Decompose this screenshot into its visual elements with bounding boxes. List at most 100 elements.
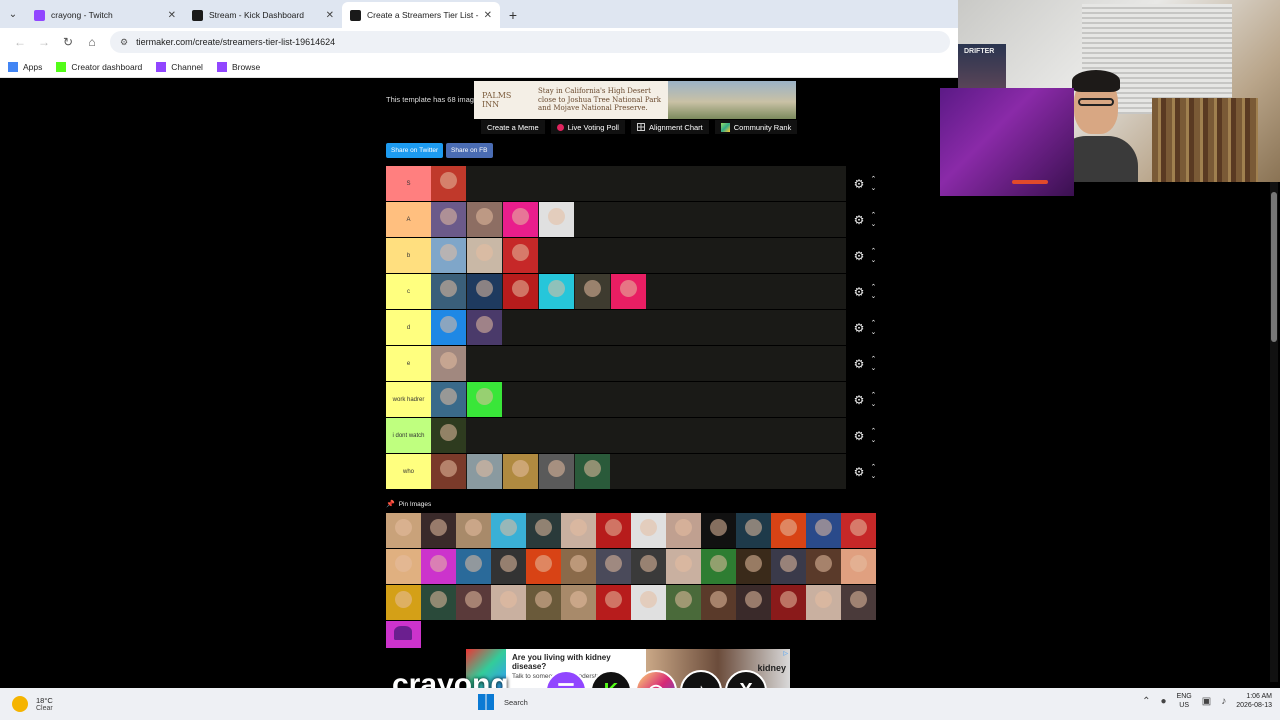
pool-image[interactable] [806,513,841,548]
streamer-tile[interactable] [431,166,466,201]
pool-image[interactable] [421,513,456,548]
pool-image[interactable] [456,585,491,620]
pool-image[interactable] [596,585,631,620]
chevron-down-icon[interactable]: ⌄ [870,472,876,481]
chevron-up-icon[interactable]: ⌃ [870,391,876,400]
gear-icon[interactable]: ⚙ [854,213,865,227]
streamer-tile[interactable] [431,202,466,237]
tier-label[interactable]: b [386,238,431,273]
pool-image[interactable] [526,585,561,620]
share-twitter-button[interactable]: Share on Twitter [386,143,444,158]
streamer-tile[interactable] [467,310,502,345]
gear-icon[interactable]: ⚙ [854,249,865,263]
tier-items[interactable] [431,346,846,381]
language-indicator[interactable]: ENG US [1177,692,1192,710]
streamer-tile[interactable] [431,238,466,273]
streamer-tile[interactable] [431,454,466,489]
pool-image[interactable] [491,549,526,584]
pool-image[interactable] [491,585,526,620]
browser-tab-0[interactable]: crayong - Twitch ✕ [26,2,184,28]
chevron-down-icon[interactable]: ⌄ [870,436,876,445]
volume-icon[interactable]: ♪ [1221,696,1226,707]
clock[interactable]: 1:06 AM 2026-08-13 [1236,692,1272,710]
top-ad-banner[interactable]: PALMS INN Stay in California's High Dese… [474,81,796,119]
streamer-tile[interactable] [539,202,574,237]
chevron-up-icon[interactable]: ⌃ [1142,696,1150,707]
tier-label[interactable]: d [386,310,431,345]
tier-label[interactable]: i dont watch [386,418,431,453]
streamer-tile[interactable] [503,238,538,273]
gear-icon[interactable]: ⚙ [854,357,865,371]
pool-image[interactable] [421,585,456,620]
bookmark-3[interactable]: Browse [216,61,260,72]
alignment-chart-button[interactable]: Alignment Chart [630,120,709,134]
pool-image[interactable] [561,513,596,548]
chevron-down-icon[interactable]: ⌄ [870,220,876,229]
chevron-down-icon[interactable]: ⌄ [870,256,876,265]
address-bar[interactable]: ⚙ tiermaker.com/create/streamers-tier-li… [110,31,950,53]
tier-label[interactable]: e [386,346,431,381]
chevron-up-icon[interactable]: ⌃ [870,463,876,472]
chevron-down-icon[interactable]: ⌄ [870,400,876,409]
pool-image[interactable] [806,549,841,584]
tier-label[interactable]: S [386,166,431,201]
pool-image[interactable] [666,513,701,548]
gear-icon[interactable]: ⚙ [854,321,865,335]
pool-image[interactable] [771,549,806,584]
streamer-tile[interactable] [431,310,466,345]
pool-image[interactable] [736,585,771,620]
pool-image[interactable] [456,549,491,584]
streamer-tile[interactable] [575,274,610,309]
streamer-tile[interactable] [467,454,502,489]
streamer-tile[interactable] [539,454,574,489]
page-scrollbar[interactable] [1270,182,1278,682]
browser-tab-2[interactable]: Create a Streamers Tier List - Ti ✕ [342,2,500,28]
chevron-down-icon[interactable]: ⌄ [870,292,876,301]
streamer-tile[interactable] [503,202,538,237]
pool-image[interactable] [491,513,526,548]
pool-image[interactable] [386,621,421,648]
new-tab-button[interactable]: + [500,2,526,28]
network-icon[interactable]: ▣ [1202,696,1211,707]
pool-image[interactable] [386,549,421,584]
tab-close-icon[interactable]: ✕ [484,10,492,21]
tier-label[interactable]: c [386,274,431,309]
chevron-down-icon[interactable]: ⌄ [870,184,876,193]
streamer-tile[interactable] [575,454,610,489]
pool-image[interactable] [386,585,421,620]
gear-icon[interactable]: ⚙ [854,177,865,191]
windows-start-icon[interactable] [478,694,494,710]
weather-widget[interactable]: 18°C Clear [0,696,200,712]
streamer-tile[interactable] [503,274,538,309]
tab-search-chevron-icon[interactable]: ⌄ [0,0,26,28]
browser-tab-1[interactable]: Stream - Kick Dashboard ✕ [184,2,342,28]
tier-items[interactable] [431,454,846,489]
pool-image[interactable] [631,585,666,620]
streamer-tile[interactable] [467,238,502,273]
pool-image[interactable] [701,549,736,584]
pool-image[interactable] [771,585,806,620]
tier-items[interactable] [431,166,846,201]
home-icon[interactable]: ⌂ [80,30,104,54]
share-facebook-button[interactable]: Share on FB [446,143,493,158]
chevron-down-icon[interactable]: ⌄ [870,328,876,337]
pool-image[interactable] [666,585,701,620]
community-rank-button[interactable]: Community Rank [714,120,798,134]
pin-images-toggle[interactable]: 📌 Pin Images [386,500,431,509]
streamer-tile[interactable] [539,274,574,309]
streamer-tile[interactable] [431,418,466,453]
pool-image[interactable] [631,549,666,584]
tier-label[interactable]: A [386,202,431,237]
streamer-tile[interactable] [467,202,502,237]
pool-image[interactable] [736,513,771,548]
tab-close-icon[interactable]: ✕ [326,10,334,21]
bookmark-0[interactable]: Apps [8,61,42,72]
chevron-up-icon[interactable]: ⌃ [870,247,876,256]
chevron-up-icon[interactable]: ⌃ [870,355,876,364]
pool-image[interactable] [421,549,456,584]
forward-arrow-icon[interactable]: → [32,30,56,54]
tier-items[interactable] [431,418,846,453]
tier-items[interactable] [431,310,846,345]
pool-image[interactable] [771,513,806,548]
scrollbar-thumb[interactable] [1271,192,1277,342]
